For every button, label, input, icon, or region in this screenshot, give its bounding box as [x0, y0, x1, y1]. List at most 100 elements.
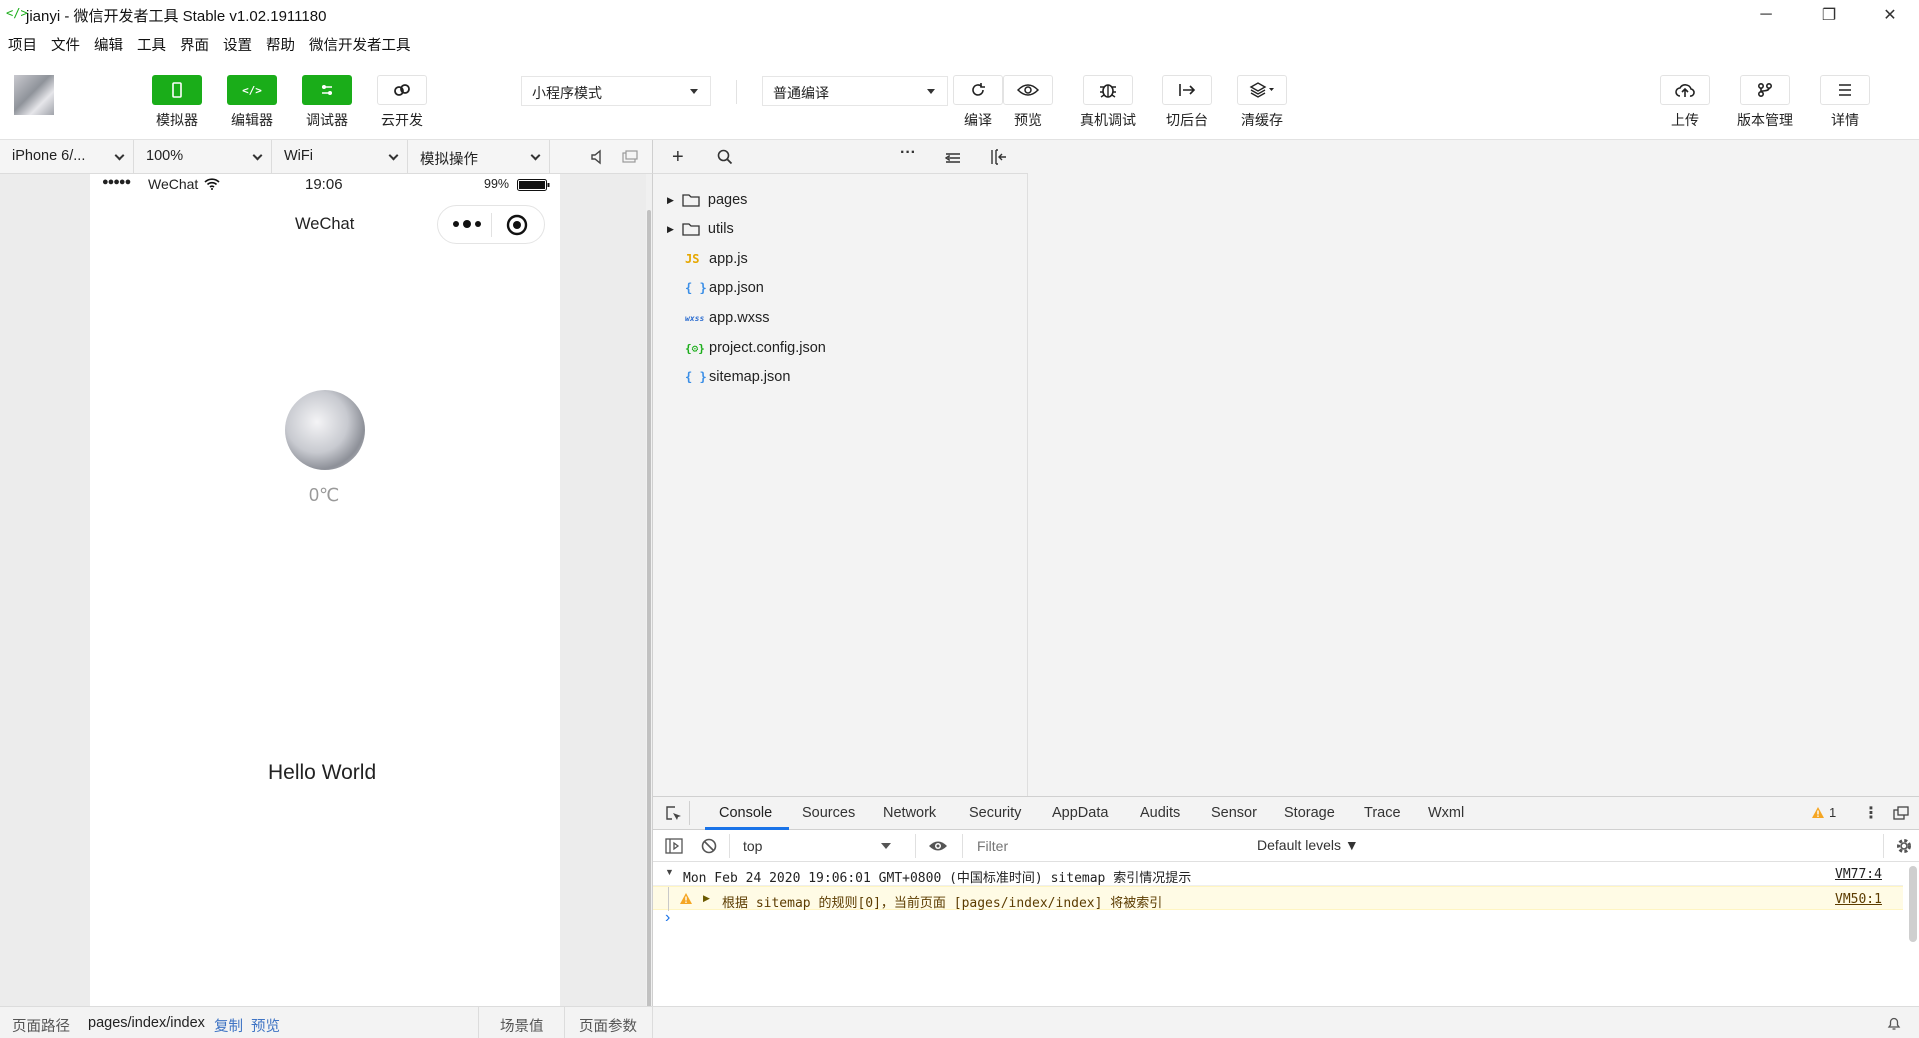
log-source-link[interactable]: VM50:1: [1835, 892, 1882, 907]
menu-view[interactable]: 界面: [180, 34, 209, 55]
warning-icon: [679, 892, 693, 908]
background-button[interactable]: 切后台: [1157, 75, 1217, 130]
tab-appdata[interactable]: AppData: [1052, 805, 1108, 821]
tab-wxml[interactable]: Wxml: [1428, 805, 1464, 821]
scrollbar-thumb[interactable]: [647, 210, 651, 1010]
chevron-down-icon: [252, 150, 263, 161]
clear-cache-button[interactable]: 清缓存: [1232, 75, 1292, 130]
caret-down-icon: [690, 89, 698, 94]
warning-icon: [1812, 807, 1824, 818]
context-select[interactable]: top: [737, 834, 897, 858]
copy-link[interactable]: 复制: [214, 1015, 243, 1036]
tree-file-project-config[interactable]: {⚙} project.config.json: [685, 336, 826, 360]
preview-link[interactable]: 预览: [251, 1015, 280, 1036]
group-indent-line: [668, 887, 669, 911]
tree-folder-pages[interactable]: ▶ pages: [667, 188, 747, 212]
avatar[interactable]: [14, 75, 54, 115]
user-avatar[interactable]: [285, 390, 365, 470]
network-select[interactable]: WiFi: [272, 140, 408, 174]
kebab-menu-icon[interactable]: ⋮: [1863, 803, 1879, 823]
zoom-select[interactable]: 100%: [134, 140, 272, 174]
log-source-link[interactable]: VM77:4: [1835, 867, 1882, 882]
tree-folder-utils[interactable]: ▶ utils: [667, 217, 734, 241]
warning-counter[interactable]: 1: [1811, 805, 1836, 820]
tab-divider: [689, 801, 690, 825]
tree-file-sitemap-json[interactable]: { } sitemap.json: [685, 365, 790, 389]
log-levels-select[interactable]: Default levels ▼: [1257, 837, 1359, 853]
page-params-button[interactable]: 页面参数: [579, 1015, 637, 1036]
console-warning-row[interactable]: ▶ 根据 sitemap 的规则[0]，当前页面 [pages/index/in…: [653, 886, 1903, 911]
console-filter-input[interactable]: [969, 834, 1249, 858]
tab-storage[interactable]: Storage: [1284, 805, 1335, 821]
refresh-icon: [953, 75, 1003, 105]
menu-project[interactable]: 项目: [8, 34, 37, 55]
explorer-toolbar: + ···: [652, 140, 1028, 174]
hide-panel-icon[interactable]: [990, 149, 1008, 168]
app-logo-icon: </>: [6, 6, 28, 20]
preview-button[interactable]: 预览: [998, 75, 1058, 130]
cloud-dev-button[interactable]: 云开发: [372, 75, 432, 130]
compile-mode-select[interactable]: 普通编译: [762, 76, 948, 106]
temperature-text: 0℃: [309, 485, 340, 505]
device-select[interactable]: iPhone 6/...: [0, 140, 134, 174]
tab-security[interactable]: Security: [969, 805, 1021, 821]
close-button[interactable]: ✕: [1862, 0, 1918, 30]
volume-icon[interactable]: [590, 149, 604, 168]
search-icon[interactable]: [717, 149, 733, 168]
caret-down-icon: ▼: [665, 867, 674, 877]
menu-devtools[interactable]: 微信开发者工具: [309, 34, 411, 55]
minimize-button[interactable]: ─: [1738, 0, 1794, 30]
undock-icon[interactable]: [1893, 806, 1909, 823]
debugger-button[interactable]: 调试器: [297, 75, 357, 130]
mode-select[interactable]: 小程序模式: [521, 76, 711, 106]
caret-down-icon: [881, 843, 891, 849]
notification-bell-icon[interactable]: [1886, 1015, 1902, 1034]
menu-help[interactable]: 帮助: [266, 34, 295, 55]
settings-gear-icon[interactable]: [1895, 837, 1913, 858]
clear-console-icon[interactable]: [701, 838, 717, 857]
more-dots-icon[interactable]: [452, 215, 482, 236]
popout-icon[interactable]: [622, 150, 638, 167]
tree-file-app-json[interactable]: { } app.json: [685, 276, 764, 300]
status-divider: [478, 1007, 479, 1038]
tab-sensor[interactable]: Sensor: [1211, 805, 1257, 821]
upload-button[interactable]: 上传: [1655, 75, 1715, 130]
tab-trace[interactable]: Trace: [1364, 805, 1401, 821]
console-prompt[interactable]: ›: [665, 909, 670, 927]
tab-console[interactable]: Console: [719, 805, 772, 821]
title-bar: </> jianyi - 微信开发者工具 Stable v1.02.191118…: [0, 0, 1919, 30]
js-file-icon: JS: [685, 252, 700, 266]
carrier-label: WeChat: [148, 176, 199, 192]
tab-network[interactable]: Network: [883, 805, 936, 821]
restore-button[interactable]: ❐: [1801, 0, 1857, 30]
tab-audits[interactable]: Audits: [1140, 805, 1180, 821]
add-file-icon[interactable]: +: [672, 146, 684, 169]
menu-edit[interactable]: 编辑: [94, 34, 123, 55]
window-title: jianyi - 微信开发者工具 Stable v1.02.1911180: [26, 8, 327, 25]
menu-settings[interactable]: 设置: [223, 34, 252, 55]
version-button[interactable]: 版本管理: [1735, 75, 1795, 130]
scene-value-button[interactable]: 场景值: [500, 1015, 544, 1036]
menu-file[interactable]: 文件: [51, 34, 80, 55]
details-button[interactable]: 详情: [1815, 75, 1875, 130]
sidebar-toggle-icon[interactable]: [665, 838, 683, 857]
live-expression-eye-icon[interactable]: [928, 839, 948, 856]
simulator-button[interactable]: 模拟器: [147, 75, 207, 130]
more-icon[interactable]: ···: [900, 144, 916, 162]
menu-tools[interactable]: 工具: [137, 34, 166, 55]
collapse-icon[interactable]: [944, 151, 961, 167]
console-scrollbar-thumb[interactable]: [1909, 866, 1917, 942]
tab-sources[interactable]: Sources: [802, 805, 855, 821]
remote-debug-button[interactable]: 真机调试: [1078, 75, 1138, 130]
editor-area[interactable]: [1028, 140, 1919, 796]
console-log-group[interactable]: ▼ Mon Feb 24 2020 19:06:01 GMT+0800 (中国标…: [653, 862, 1903, 886]
phone-icon: [152, 75, 202, 105]
close-miniprogram-icon[interactable]: [506, 214, 528, 239]
tree-file-app-js[interactable]: JS app.js: [685, 247, 748, 271]
operation-select[interactable]: 模拟操作: [408, 140, 550, 174]
editor-button[interactable]: </> 编辑器: [222, 75, 282, 130]
tree-file-app-wxss[interactable]: wxss app.wxss: [685, 306, 769, 330]
wifi-icon: [204, 177, 220, 193]
inspect-element-icon[interactable]: [665, 805, 683, 826]
phone-screen[interactable]: ●●●●● WeChat 19:06 99% WeChat 0℃ Hello W…: [90, 174, 560, 1006]
